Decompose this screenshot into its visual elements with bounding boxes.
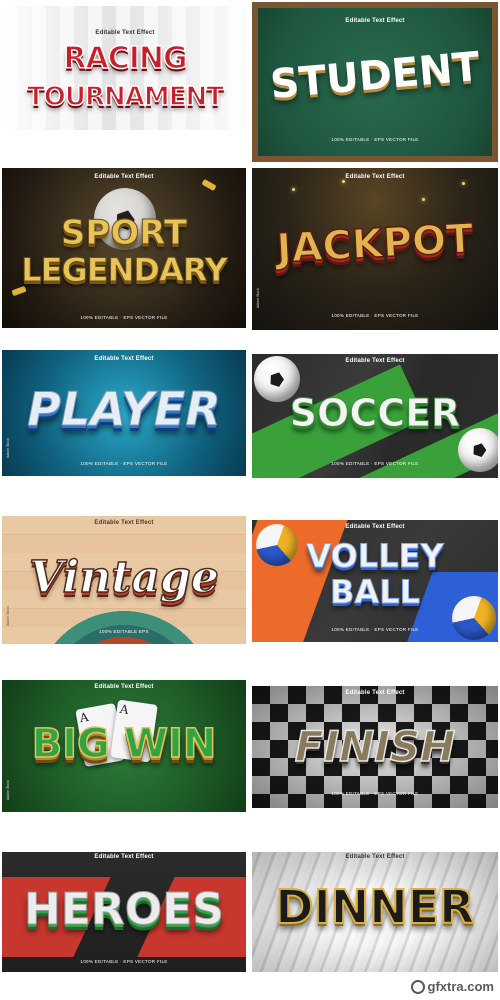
tile-big-win: A A Editable Text Effect Adobe Stock BIG… — [2, 680, 246, 812]
sparkle — [422, 198, 425, 201]
tile-footer: 100% EDITABLE EPS — [99, 629, 149, 634]
tile-dinner: Editable Text Effect DINNER — [252, 852, 498, 972]
tile-header: Editable Text Effect — [345, 18, 405, 24]
gfxtra-logo-icon — [410, 979, 425, 994]
title-line-1: HEROES — [24, 884, 225, 935]
tile-header: Editable Text Effect — [94, 854, 154, 860]
side-credit: Adobe Stock — [256, 288, 260, 308]
tile-finish: Editable Text Effect FINISH 100% EDITABL… — [252, 686, 498, 808]
tile-student: Editable Text Effect STUDENT 100% EDITAB… — [252, 2, 498, 162]
side-credit: Adobe Stock — [6, 438, 10, 458]
tile-racing-tournament: Editable Text Effect RACING TOURNAMENT — [4, 6, 246, 130]
tile-footer: 100% EDITABLE · EPS VECTOR FILE — [80, 315, 168, 320]
tile-header: Editable Text Effect — [345, 358, 405, 364]
title-line-1: PLAYER — [27, 382, 222, 436]
title-line-1: JACKPOT — [275, 215, 475, 273]
tile-header: Editable Text Effect — [94, 684, 154, 690]
tile-footer: 100% EDITABLE · EPS VECTOR FILE — [331, 791, 419, 796]
tile-header: Editable Text Effect — [345, 854, 405, 860]
tile-jackpot: Editable Text Effect Adobe Stock JACKPOT… — [252, 168, 498, 330]
title-line-1: BIG WIN — [31, 721, 217, 767]
sparkle — [292, 188, 295, 191]
tile-heroes: Editable Text Effect HEROES 100% EDITABL… — [2, 852, 246, 972]
watermark: gfxtra.com — [410, 979, 494, 994]
tile-header: Editable Text Effect — [345, 174, 405, 180]
tile-footer: 100% EDITABLE · EPS VECTOR FILE — [80, 461, 168, 466]
tile-header: Editable Text Effect — [94, 356, 154, 362]
confetti — [201, 178, 217, 192]
sparkle — [342, 180, 345, 183]
title-line-1: RACING — [63, 41, 189, 76]
title-line-1: SOCCER — [289, 391, 461, 435]
tile-header: Editable Text Effect — [95, 30, 155, 36]
title-line-2: TOURNAMENT — [26, 82, 224, 112]
title-line-1: SPORT — [60, 213, 188, 253]
tile-sport-legendary: Editable Text Effect SPORT LEGENDARY 100… — [2, 168, 246, 328]
side-credit: Adobe Stock — [6, 606, 10, 626]
watermark-text: gfxtra.com — [427, 979, 494, 994]
tile-footer: 100% EDITABLE · EPS VECTOR FILE — [331, 627, 419, 632]
tile-volleyball: Editable Text Effect VOLLEY BALL 100% ED… — [252, 520, 498, 642]
tile-header: Editable Text Effect — [94, 520, 154, 526]
title-line-2: LEGENDARY — [21, 251, 229, 289]
tile-footer: 100% EDITABLE · EPS VECTOR FILE — [331, 137, 419, 142]
title-line-1: Vintage — [28, 552, 219, 603]
tile-soccer: Editable Text Effect SOCCER 100% EDITABL… — [252, 354, 498, 478]
title-line-1: DINNER — [274, 880, 475, 934]
sparkle — [462, 182, 465, 185]
title-line-1: VOLLEY — [306, 537, 444, 575]
tile-footer: 100% EDITABLE · EPS VECTOR FILE — [331, 313, 419, 318]
tile-footer: 100% EDITABLE · EPS VECTOR FILE — [331, 461, 419, 466]
tile-header: Editable Text Effect — [345, 690, 405, 696]
tile-footer: 100% EDITABLE · EPS VECTOR FILE — [80, 959, 168, 964]
tile-header: Editable Text Effect — [94, 174, 154, 180]
title-line-2: BALL — [330, 573, 421, 611]
tile-header: Editable Text Effect — [345, 524, 405, 530]
title-line-1: FINISH — [294, 722, 456, 771]
side-credit: Adobe Stock — [6, 780, 10, 800]
tile-player: Editable Text Effect Adobe Stock PLAYER … — [2, 350, 246, 476]
tile-vintage: Editable Text Effect Adobe Stock Vintage… — [2, 516, 246, 644]
